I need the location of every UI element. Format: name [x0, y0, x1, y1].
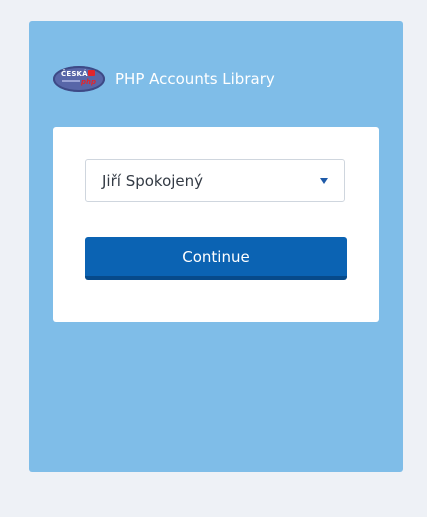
account-card: Jiří Spokojený Continue [53, 127, 379, 322]
logo-bottom-text: php [81, 78, 97, 86]
ceska-php-logo: ČESKÁ php [53, 66, 105, 92]
logo-line [62, 80, 80, 82]
logo-mark-icon [88, 70, 95, 76]
continue-button[interactable]: Continue [85, 237, 347, 280]
login-panel: ČESKÁ php PHP Accounts Library Jiří Spok… [29, 21, 403, 472]
app-title: PHP Accounts Library [115, 70, 275, 88]
account-select-value: Jiří Spokojený [102, 172, 204, 190]
account-select[interactable]: Jiří Spokojený [85, 159, 345, 202]
caret-down-icon [320, 178, 328, 184]
logo-top-text: ČESKÁ [61, 70, 88, 78]
header: ČESKÁ php PHP Accounts Library [53, 65, 275, 93]
